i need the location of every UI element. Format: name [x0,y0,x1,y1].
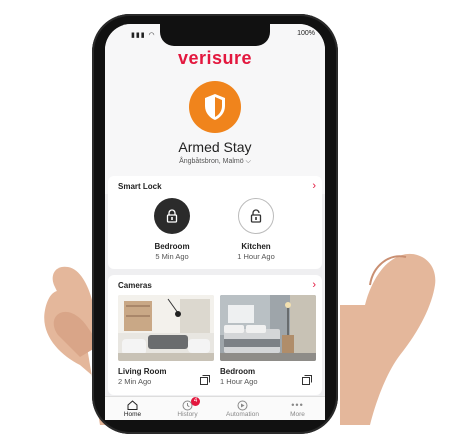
cameras-card[interactable]: Cameras › Living Room 2 Min Ago Bedroom … [108,275,322,395]
tab-home[interactable]: Home [105,399,160,418]
battery-label: 100% [297,30,315,37]
unlock-icon [250,209,262,223]
more-icon: ••• [291,400,304,410]
lock-name: Bedroom [154,242,190,251]
smart-lock-card[interactable]: Smart Lock › Bedroom 5 Min Ago Kitchen 1… [108,176,322,269]
tab-more[interactable]: ••• More [270,399,325,418]
location-selector[interactable]: Ångbåtsbron, Malmö ⌵ [105,158,325,166]
bedroom-camera-image[interactable] [220,295,316,361]
history-badge: 4 [191,397,200,406]
tab-label: More [290,411,305,418]
lock-unlocked-button[interactable] [238,198,274,234]
signal-icon: ▮▮▮ ◠ [131,32,156,39]
bottom-tab-bar: Home 4 History Automation ••• More [105,396,325,420]
bedroom-photo [220,295,316,361]
chevron-right-icon[interactable]: › [312,180,316,192]
living-room-photo [118,295,214,361]
living-room-camera-image[interactable] [118,295,214,361]
lock-item-bedroom[interactable]: Bedroom 5 Min Ago [132,198,212,261]
lock-locked-button[interactable] [154,198,190,234]
status-bar: ▮▮▮ ◠ 100% [105,30,325,42]
home-icon [127,400,138,410]
smart-lock-title: Smart Lock [118,182,162,191]
chevron-right-icon[interactable]: › [312,279,316,291]
lock-name: Kitchen [241,242,271,251]
lock-item-kitchen[interactable]: Kitchen 1 Hour Ago [216,198,296,261]
alarm-state-label: Armed Stay [178,139,252,155]
location-label: Ångbåtsbron, Malmö [179,158,244,165]
alarm-status-button[interactable] [189,81,241,133]
chevron-down-icon: ⌵ [245,158,251,165]
tab-automation[interactable]: Automation [215,399,270,418]
gallery-icon[interactable] [200,375,210,385]
tab-label: History [177,411,198,418]
lock-icon [166,209,178,223]
tab-history[interactable]: 4 History [160,397,215,418]
verisure-logo: verisure [177,48,253,68]
header-area: verisure Armed Stay Ångbåtsbron, Malmö ⌵ [105,24,325,194]
gallery-icon[interactable] [302,375,312,385]
tab-label: Automation [226,411,259,418]
camera-item-bedroom[interactable]: Bedroom 1 Hour Ago [220,295,316,386]
lock-time: 5 Min Ago [155,252,189,261]
shield-icon [205,94,225,120]
app-screen: verisure Armed Stay Ångbåtsbron, Malmö ⌵… [105,24,325,420]
automation-icon [237,400,248,410]
lock-time: 1 Hour Ago [237,252,275,261]
camera-item-living-room[interactable]: Living Room 2 Min Ago [118,295,214,386]
cameras-title: Cameras [118,281,152,290]
tab-label: Home [123,411,142,418]
